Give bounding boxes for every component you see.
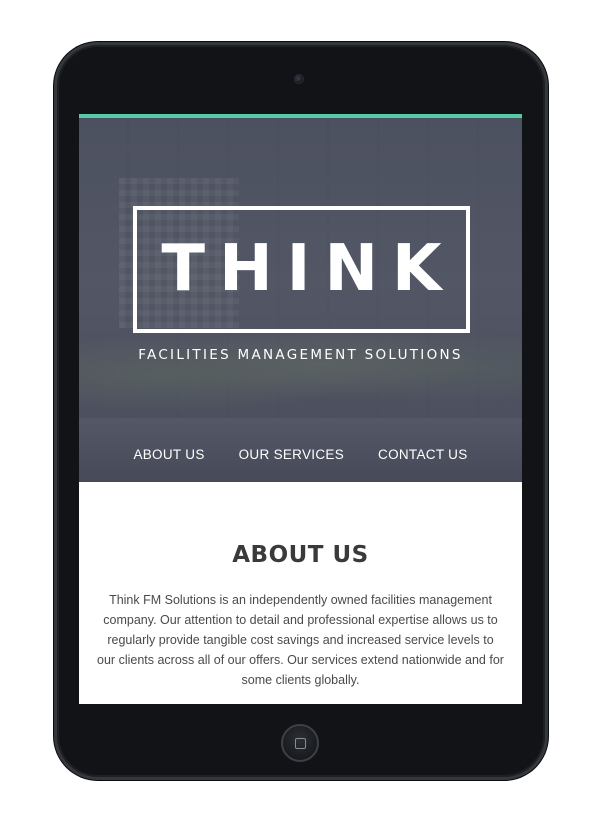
nav-about-us[interactable]: ABOUT US	[133, 447, 204, 462]
hero-section: THINK FACILITIES MANAGEMENT SOLUTIONS AB…	[79, 118, 522, 482]
nav-our-services[interactable]: OUR SERVICES	[239, 447, 344, 462]
logo-text: THINK	[161, 232, 456, 306]
logo[interactable]: THINK	[133, 206, 470, 333]
about-paragraph: Think FM Solutions is an independently o…	[97, 593, 504, 687]
about-section: ABOUT US Think FM Solutions is an indepe…	[79, 482, 522, 704]
about-heading: ABOUT US	[232, 542, 369, 568]
home-square-icon	[295, 738, 306, 749]
camera-icon	[294, 74, 304, 84]
main-nav: ABOUT US OUR SERVICES CONTACT US	[79, 447, 522, 462]
tablet-screen: THINK FACILITIES MANAGEMENT SOLUTIONS AB…	[79, 114, 522, 704]
home-button-icon[interactable]	[281, 724, 319, 762]
tagline: FACILITIES MANAGEMENT SOLUTIONS	[138, 347, 463, 363]
nav-contact-us[interactable]: CONTACT US	[378, 447, 468, 462]
